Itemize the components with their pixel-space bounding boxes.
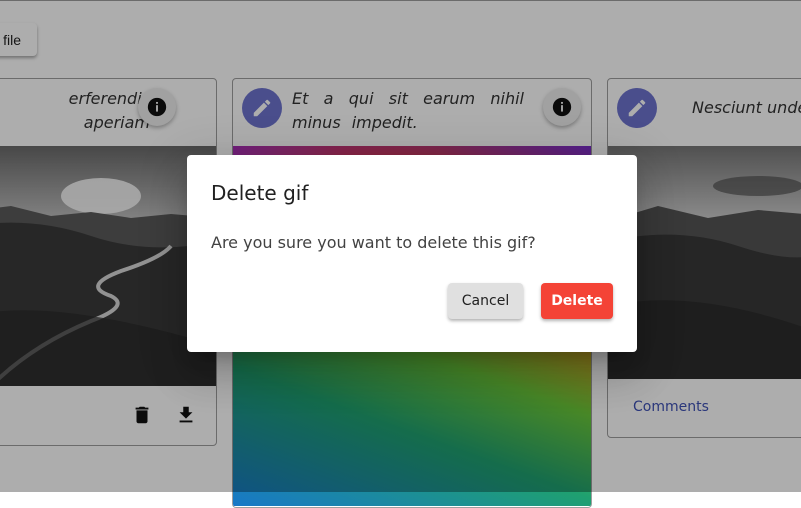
delete-button[interactable]: Delete: [541, 283, 613, 319]
dialog-message: Are you sure you want to delete this gif…: [211, 233, 536, 252]
delete-dialog: Delete gif Are you sure you want to dele…: [187, 155, 637, 352]
dialog-title: Delete gif: [211, 181, 309, 205]
cancel-button[interactable]: Cancel: [448, 283, 523, 319]
